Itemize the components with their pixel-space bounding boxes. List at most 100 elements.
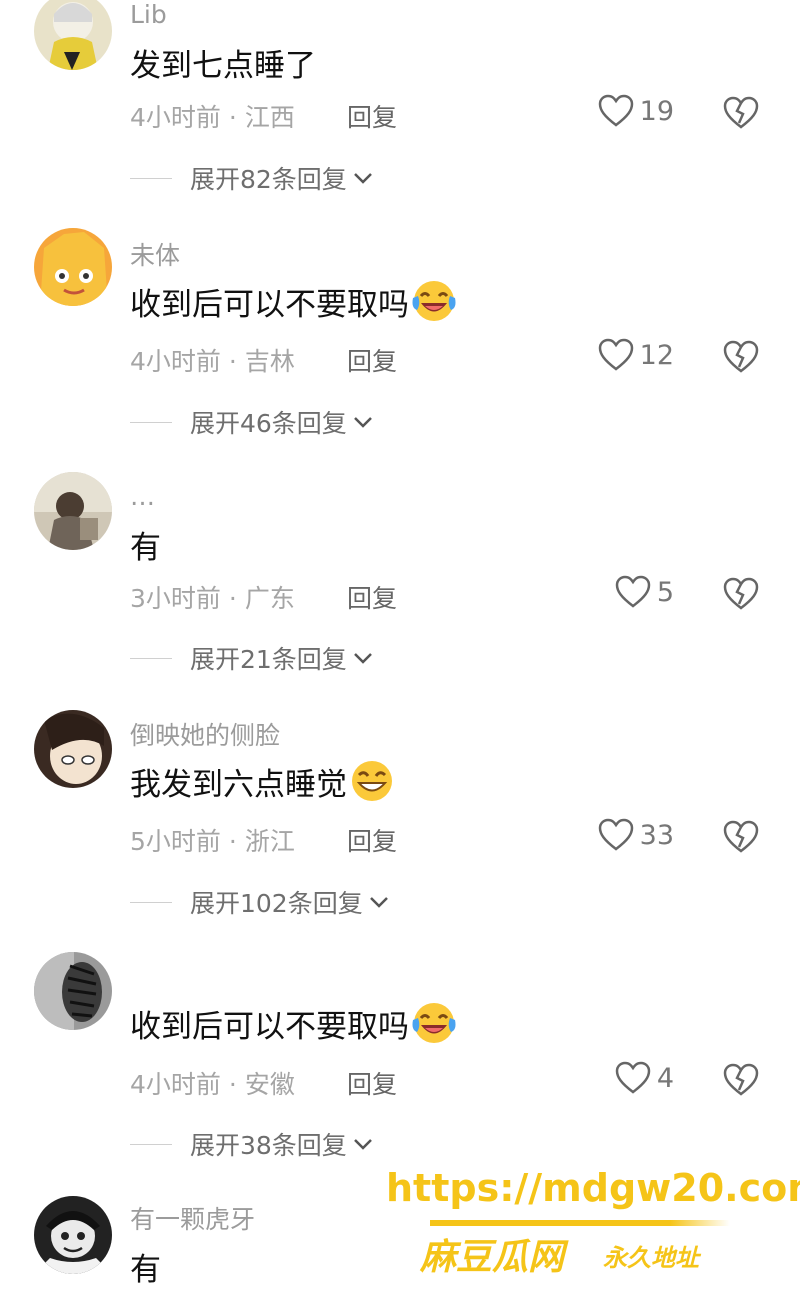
comment-location: 浙江: [244, 827, 295, 856]
like-count: 12: [639, 339, 674, 371]
laughing-tears-emoji-icon: [412, 1003, 456, 1043]
dislike-button[interactable]: [722, 1061, 760, 1097]
grinning-emoji-icon: [352, 761, 392, 801]
expand-replies-button[interactable]: 展开82条回复: [130, 160, 373, 196]
comment-meta: 5小时前 · 浙江: [130, 822, 295, 858]
like-count: 33: [639, 819, 674, 851]
username[interactable]: 未体: [130, 236, 180, 272]
chevron-down-icon: [353, 653, 372, 664]
like-count: 19: [639, 95, 674, 127]
reply-button[interactable]: 回复: [347, 1065, 397, 1101]
comment-text-content: 有: [130, 1252, 161, 1288]
dislike-button[interactable]: [722, 94, 760, 130]
divider-line: [130, 901, 172, 903]
heart-icon: [598, 818, 633, 851]
comment-time: 5小时前: [130, 827, 221, 856]
divider-line: [130, 1143, 172, 1145]
expand-replies-button[interactable]: 展开102条回复: [130, 884, 389, 920]
divider-line: [130, 421, 172, 423]
reply-button[interactable]: 回复: [347, 579, 397, 615]
chevron-down-icon: [353, 1139, 372, 1150]
comment-location: 吉林: [244, 347, 295, 376]
separator-dot: ·: [228, 103, 237, 132]
reply-button[interactable]: 回复: [347, 822, 397, 858]
separator-dot: ·: [228, 827, 237, 856]
watermark-subtitle: 永久地址: [603, 1244, 699, 1272]
comment-time: 3小时前: [130, 584, 221, 613]
username[interactable]: 有一颗虎牙: [130, 1200, 255, 1236]
separator-dot: ·: [228, 584, 237, 613]
watermark-brand: 麻豆瓜网: [420, 1237, 565, 1278]
comment-meta: 4小时前 · 安徽: [130, 1065, 295, 1101]
dislike-button[interactable]: [722, 575, 760, 611]
username[interactable]: Lib: [130, 0, 167, 29]
chevron-down-icon: [353, 173, 372, 184]
divider-line: [130, 657, 172, 659]
comment-text-content: 我发到六点睡觉: [130, 766, 347, 803]
avatar[interactable]: [34, 952, 112, 1030]
comment-time: 4小时前: [130, 347, 221, 376]
comment-text: 我发到六点睡觉: [130, 758, 395, 804]
expand-replies-label: 展开46条回复: [190, 409, 347, 438]
expand-replies-button[interactable]: 展开46条回复: [130, 404, 373, 440]
dislike-button[interactable]: [722, 338, 760, 374]
like-count: 5: [656, 576, 674, 608]
laughing-tears-emoji-icon: [412, 281, 456, 321]
expand-replies-label: 展开21条回复: [190, 645, 347, 674]
avatar[interactable]: [34, 710, 112, 788]
divider-line: [130, 177, 172, 179]
heart-icon: [615, 575, 651, 608]
heart-icon: [615, 1061, 651, 1094]
like-button[interactable]: 4: [615, 1061, 674, 1095]
comment-meta: 3小时前 · 广东: [130, 579, 295, 615]
dislike-button[interactable]: [722, 818, 760, 854]
comment-text: 有: [130, 1244, 161, 1289]
comment-text-content: 发到七点睡了: [130, 48, 316, 84]
watermark-underline: [430, 1220, 730, 1226]
avatar[interactable]: [34, 472, 112, 550]
comment-text: 收到后可以不要取吗: [130, 1000, 457, 1046]
username[interactable]: 倒映她的侧脸: [130, 716, 280, 752]
comment-text-content: 收到后可以不要取吗: [130, 1008, 409, 1045]
like-count: 4: [656, 1062, 674, 1094]
reply-button[interactable]: 回复: [347, 342, 397, 378]
like-button[interactable]: 12: [598, 338, 674, 372]
expand-replies-label: 展开82条回复: [190, 165, 347, 194]
expand-replies-label: 展开38条回复: [190, 1131, 347, 1160]
expand-replies-label: 展开102条回复: [190, 889, 363, 918]
expand-replies-button[interactable]: 展开21条回复: [130, 640, 373, 676]
comment-text: 有: [130, 522, 161, 567]
broken-heart-icon: [723, 577, 759, 610]
separator-dot: ·: [228, 1070, 237, 1099]
broken-heart-icon: [723, 96, 759, 129]
reply-button[interactable]: 回复: [347, 98, 397, 134]
username[interactable]: …: [130, 482, 155, 511]
avatar[interactable]: [34, 1196, 112, 1274]
chevron-down-icon: [353, 417, 372, 428]
heart-icon: [598, 338, 633, 371]
comment-text-content: 收到后可以不要取吗: [130, 286, 409, 323]
broken-heart-icon: [723, 820, 759, 853]
avatar[interactable]: [34, 228, 112, 306]
comment-text: 发到七点睡了: [130, 40, 316, 85]
comment-location: 广东: [244, 584, 295, 613]
comment-text-content: 有: [130, 530, 161, 566]
like-button[interactable]: 19: [598, 94, 674, 128]
comment-location: 江西: [244, 103, 295, 132]
broken-heart-icon: [723, 1063, 759, 1096]
watermark-url: https://mdgw20.com: [386, 1166, 800, 1210]
separator-dot: ·: [228, 347, 237, 376]
broken-heart-icon: [723, 340, 759, 373]
comment-location: 安徽: [244, 1070, 295, 1099]
heart-icon: [598, 94, 633, 127]
comment-meta: 4小时前 · 江西: [130, 98, 295, 134]
avatar[interactable]: [34, 0, 112, 70]
comment-time: 4小时前: [130, 1070, 221, 1099]
like-button[interactable]: 5: [615, 575, 674, 609]
comment-time: 4小时前: [130, 103, 221, 132]
chevron-down-icon: [369, 897, 388, 908]
like-button[interactable]: 33: [598, 818, 674, 852]
comment-meta: 4小时前 · 吉林: [130, 342, 295, 378]
expand-replies-button[interactable]: 展开38条回复: [130, 1126, 373, 1162]
comment-text: 收到后可以不要取吗: [130, 278, 457, 324]
